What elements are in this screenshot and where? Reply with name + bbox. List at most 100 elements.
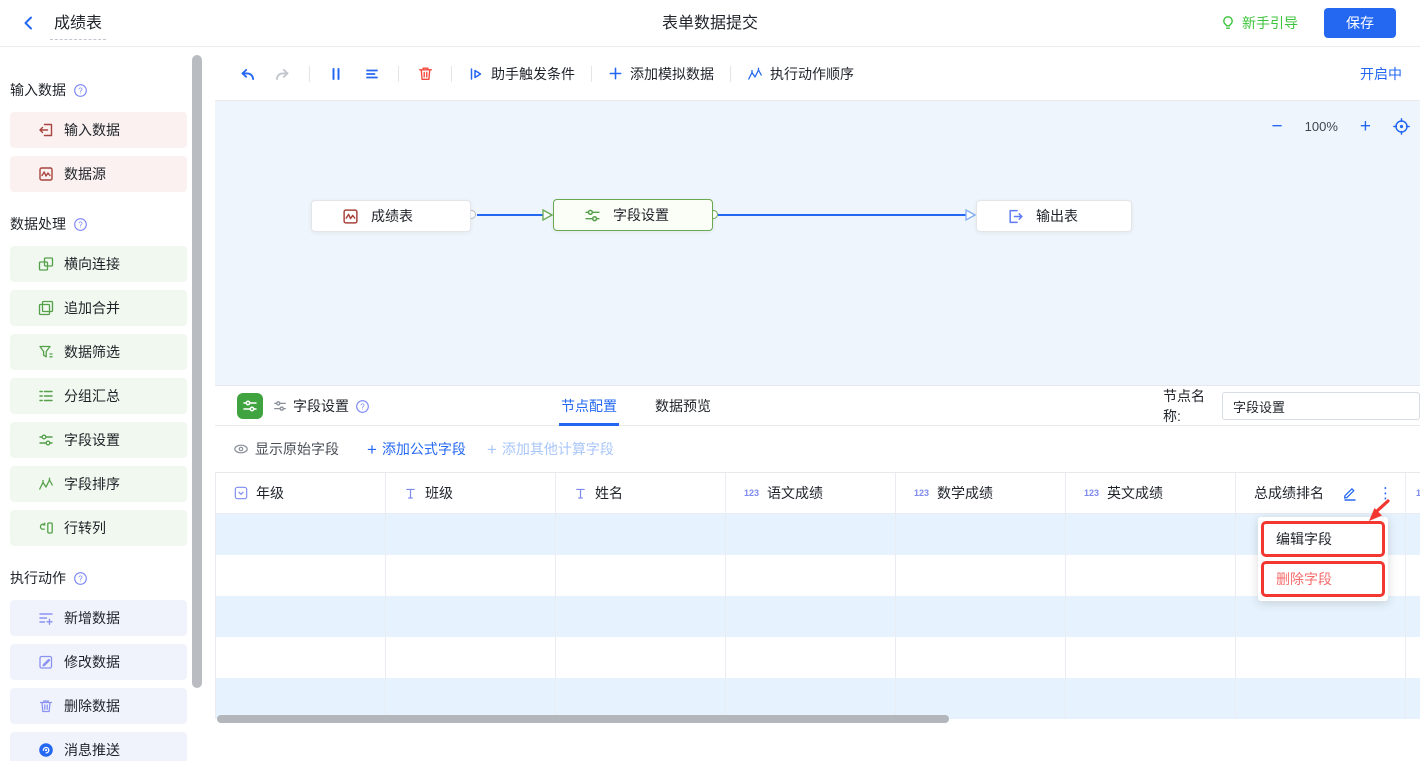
- sidebar-item-message-push[interactable]: 消息推送: [10, 732, 187, 761]
- node-source-table[interactable]: 成绩表: [311, 200, 471, 232]
- beginner-guide-button[interactable]: 新手引导: [1220, 13, 1298, 33]
- assistant-trigger-button[interactable]: 助手触发条件: [468, 64, 575, 84]
- zoom-out-icon[interactable]: −: [1272, 117, 1283, 136]
- table-cell[interactable]: [386, 514, 556, 555]
- table-cell[interactable]: [556, 596, 726, 637]
- table-cell[interactable]: [1066, 596, 1236, 637]
- save-button[interactable]: 保存: [1324, 8, 1396, 38]
- table-cell[interactable]: [896, 555, 1066, 596]
- action-order-icon: [747, 66, 763, 82]
- table-cell[interactable]: [896, 678, 1066, 719]
- show-original-fields-button[interactable]: 显示原始字段: [233, 439, 339, 459]
- sidebar-item-horizontal-join[interactable]: 横向连接: [10, 246, 187, 282]
- table-cell[interactable]: [216, 555, 386, 596]
- panel-node-title[interactable]: 字段设置: [293, 396, 349, 416]
- table-cell[interactable]: [896, 514, 1066, 555]
- table-cell[interactable]: [386, 596, 556, 637]
- sidebar-item-label: 行转列: [64, 518, 106, 538]
- table-cell[interactable]: [896, 596, 1066, 637]
- sidebar-item-modify-data[interactable]: 修改数据: [10, 644, 187, 680]
- sidebar-item-add-data[interactable]: 新增数据: [10, 600, 187, 636]
- add-formula-field-button[interactable]: + 添加公式字段: [367, 439, 466, 459]
- table-cell[interactable]: [386, 637, 556, 678]
- delete-node-icon[interactable]: [415, 64, 435, 84]
- section-header-input: 输入数据 ?: [10, 80, 187, 100]
- table-cell[interactable]: [1406, 555, 1420, 596]
- zoom-in-icon[interactable]: +: [1360, 117, 1371, 136]
- table-cell[interactable]: [1406, 514, 1420, 555]
- undo-icon[interactable]: [237, 64, 257, 84]
- table-cell[interactable]: [726, 637, 896, 678]
- add-mock-data-button[interactable]: 添加模拟数据: [608, 64, 714, 84]
- flow-canvas[interactable]: − 100% + 成绩表 字段设置: [215, 101, 1420, 385]
- column-header-chinese-score[interactable]: 123 语文成绩: [726, 473, 896, 513]
- menu-item-delete-field[interactable]: 删除字段: [1261, 561, 1385, 597]
- edit-field-icon[interactable]: [1342, 485, 1358, 501]
- column-header-english-score[interactable]: 123 英文成绩: [1066, 473, 1236, 513]
- column-header-math-score[interactable]: 123 数学成绩: [896, 473, 1066, 513]
- table-cell[interactable]: [726, 678, 896, 719]
- sidebar-item-row-to-column[interactable]: 行转列: [10, 510, 187, 546]
- tab-data-preview[interactable]: 数据预览: [653, 386, 713, 426]
- number-field-icon: 123: [914, 488, 929, 498]
- horizontal-layout-icon[interactable]: [362, 64, 382, 84]
- column-header-grade[interactable]: 年级: [216, 473, 386, 513]
- document-title[interactable]: 成绩表: [50, 7, 106, 40]
- help-icon[interactable]: ?: [73, 83, 88, 98]
- action-order-button[interactable]: 执行动作顺序: [747, 64, 854, 84]
- sidebar-item-input-data[interactable]: 输入数据: [10, 112, 187, 148]
- table-cell[interactable]: [216, 596, 386, 637]
- table-cell[interactable]: [1406, 596, 1420, 637]
- table-cell[interactable]: [386, 678, 556, 719]
- help-icon[interactable]: ?: [355, 399, 370, 414]
- sidebar-item-field-sort[interactable]: 字段排序: [10, 466, 187, 502]
- table-cell[interactable]: [216, 678, 386, 719]
- sidebar-item-append-merge[interactable]: 追加合并: [10, 290, 187, 326]
- sidebar-scrollbar-thumb[interactable]: [192, 55, 202, 688]
- node-output-table[interactable]: 输出表: [976, 200, 1132, 232]
- table-cell[interactable]: [1406, 637, 1420, 678]
- table-cell[interactable]: [1066, 678, 1236, 719]
- table-cell[interactable]: [556, 514, 726, 555]
- menu-item-edit-field[interactable]: 编辑字段: [1261, 521, 1385, 557]
- node-name-input[interactable]: [1222, 392, 1420, 420]
- column-header-class[interactable]: 班级: [386, 473, 556, 513]
- help-icon[interactable]: ?: [73, 571, 88, 586]
- sidebar-item-data-filter[interactable]: 数据筛选: [10, 334, 187, 370]
- sidebar-item-delete-data[interactable]: 删除数据: [10, 688, 187, 724]
- table-cell[interactable]: [1236, 678, 1406, 719]
- table-cell[interactable]: [1066, 555, 1236, 596]
- table-cell[interactable]: [726, 596, 896, 637]
- node-field-settings[interactable]: 字段设置: [553, 199, 713, 231]
- table-cell[interactable]: [726, 555, 896, 596]
- fit-view-icon[interactable]: [1393, 118, 1410, 135]
- help-icon[interactable]: ?: [73, 217, 88, 232]
- vertical-layout-icon[interactable]: [326, 64, 346, 84]
- number-field-icon: 123: [744, 488, 759, 498]
- table-cell[interactable]: [216, 514, 386, 555]
- add-other-calc-field-label: 添加其他计算字段: [502, 439, 614, 459]
- table-cell[interactable]: [726, 514, 896, 555]
- table-cell[interactable]: [1066, 637, 1236, 678]
- table-cell[interactable]: [386, 555, 556, 596]
- table-cell[interactable]: [556, 678, 726, 719]
- table-cell[interactable]: [556, 555, 726, 596]
- table-cell[interactable]: [556, 637, 726, 678]
- column-header-partial[interactable]: 123: [1406, 473, 1420, 513]
- table-cell[interactable]: [1066, 514, 1236, 555]
- table-cell[interactable]: [896, 637, 1066, 678]
- sidebar-item-field-settings[interactable]: 字段设置: [10, 422, 187, 458]
- table-cell[interactable]: [1236, 637, 1406, 678]
- table-cell[interactable]: [216, 637, 386, 678]
- add-other-calc-field-button[interactable]: + 添加其他计算字段: [487, 439, 614, 459]
- column-header-name[interactable]: 姓名: [556, 473, 726, 513]
- redo-icon[interactable]: [273, 64, 293, 84]
- back-icon[interactable]: [20, 14, 38, 32]
- table-cell[interactable]: [1236, 596, 1406, 637]
- sidebar-item-data-source[interactable]: 数据源: [10, 156, 187, 192]
- scrollbar-thumb[interactable]: [217, 715, 949, 723]
- sidebar-item-group-summary[interactable]: 分组汇总: [10, 378, 187, 414]
- tab-node-config[interactable]: 节点配置: [559, 386, 619, 426]
- table-cell[interactable]: [1406, 678, 1420, 719]
- assistant-status[interactable]: 开启中: [1360, 64, 1420, 84]
